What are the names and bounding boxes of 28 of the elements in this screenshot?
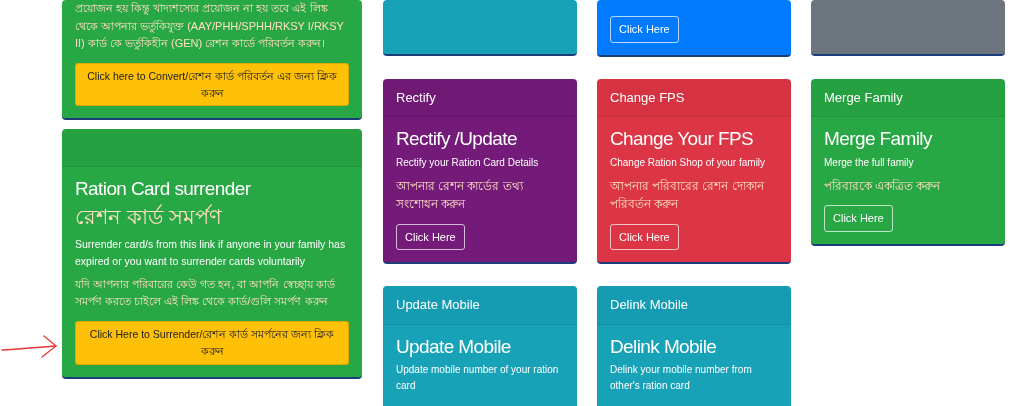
click-here-button[interactable]: Click Here	[396, 223, 465, 251]
card-text: Delink your mobile number from other's ration card	[610, 363, 753, 394]
action-button[interactable]: Click Here to Surrender/রেশন কার্ড সমর্পনের জন্য ক্লিক করুন	[75, 321, 349, 365]
card-header: Rectify	[383, 78, 577, 117]
card-text: পরিবারকে একত্রিত করুন	[824, 178, 942, 194]
card-title: Update Mobile	[396, 334, 512, 359]
card-text: Merge the full family	[824, 155, 915, 170]
card-title: Merge Family	[824, 127, 934, 151]
card-text: প্রয়োজন হয় কিন্তু খাদ্যশস্যের প্রয়োজন না হয় তবে এই লিঙ্ক থেকে আপনার ভর্তুকিযুক্ত (AAY/PHH/SPHH/RKSY I/RKSY II) কার্ড কে ভর্তুকিহীন (GEN) রেশন কার্ডে পরিবর্তন করুন।	[75, 1, 345, 52]
card-text: Rectify your Ration Card Details	[396, 155, 540, 170]
card-title: রেশন কার্ড সমর্পণ	[75, 205, 223, 229]
card-header: Update Mobile	[383, 286, 577, 325]
card-header: Merge Family	[811, 78, 1005, 117]
card-text: যদি আপনার পরিবারের কেউ গত হন, বা আপনি স্বেচ্ছায় কার্ড সমর্পণ করতে চাইলে এই লিঙ্ক থেকে কার্ড/গুলি সমর্পণ করুন	[75, 276, 336, 310]
card-title: Ration Card surrender	[75, 177, 252, 202]
card-title: Delink Mobile	[610, 334, 718, 359]
card-text: আপনার পরিবারের রেশন দোকান পরিবর্তন করুন	[610, 178, 766, 213]
card-header: Change FPS	[597, 78, 791, 117]
card-header: Delink Mobile	[597, 286, 791, 325]
card-title: Change Your FPS	[610, 127, 755, 151]
card-text: Update mobile number of your ration card	[396, 363, 560, 394]
click-here-button[interactable]: Click Here	[610, 16, 679, 43]
card-text: আপনার রেশন কার্ডের তথ্য সংশোধন করুন	[396, 178, 525, 213]
card-title: Rectify /Update	[396, 127, 518, 151]
card-text: Surrender card/s from this link if anyone in your family has expired or you want to surrender cards voluntarily	[75, 237, 347, 269]
click-here-button[interactable]: Click Here	[610, 223, 679, 251]
action-button[interactable]: Click here to Convert/রেশন কার্ড পরিবর্তন এর জন্য ক্লিক করুন	[75, 62, 349, 107]
card-text: Change Ration Shop of your family	[610, 155, 767, 170]
